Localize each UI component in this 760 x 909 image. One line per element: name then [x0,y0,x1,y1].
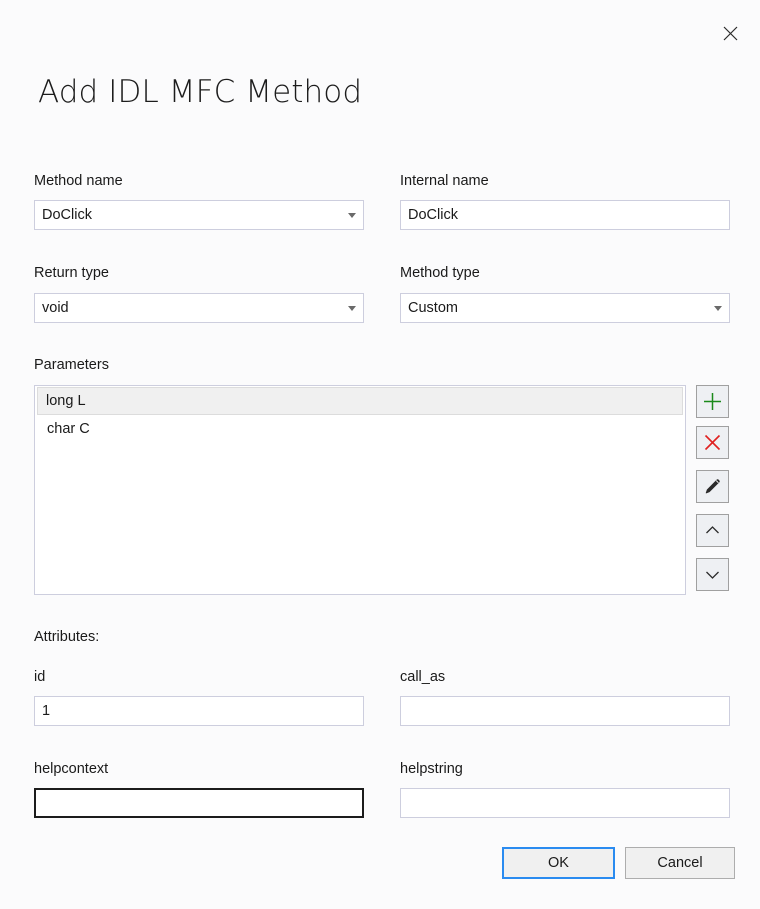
id-input[interactable] [34,696,364,726]
cross-icon [703,433,722,452]
chevron-down-icon [341,213,363,218]
plus-icon [703,392,722,411]
close-button[interactable] [712,18,748,48]
edit-parameter-button[interactable] [696,470,729,503]
helpstring-input[interactable] [400,788,730,818]
method-name-value: DoClick [35,207,341,223]
return-type-label: Return type [34,264,109,282]
ok-button[interactable]: OK [502,847,615,879]
parameters-label: Parameters [34,356,109,374]
method-type-value: Custom [401,300,707,316]
call-as-input[interactable] [400,696,730,726]
helpcontext-input[interactable] [34,788,364,818]
method-name-label: Method name [34,172,123,190]
dialog-title: Add IDL MFC Method [38,74,362,110]
close-icon [723,26,738,41]
helpstring-label: helpstring [400,760,463,778]
internal-name-label: Internal name [400,172,489,190]
list-item[interactable]: long L [37,387,683,415]
method-type-label: Method type [400,264,480,282]
chevron-down-icon [707,306,729,311]
method-name-combobox[interactable]: DoClick [34,200,364,230]
chevron-down-icon [703,565,722,584]
parameters-listbox[interactable]: long L char C [34,385,686,595]
add-idl-mfc-method-dialog: Add IDL MFC Method Method name DoClick I… [0,0,760,909]
attributes-heading: Attributes: [34,628,99,646]
helpcontext-label: helpcontext [34,760,108,778]
id-label: id [34,668,45,686]
call-as-label: call_as [400,668,445,686]
chevron-up-icon [703,521,722,540]
chevron-down-icon [341,306,363,311]
add-parameter-button[interactable] [696,385,729,418]
pencil-icon [703,477,722,496]
move-parameter-up-button[interactable] [696,514,729,547]
cancel-button[interactable]: Cancel [625,847,735,879]
remove-parameter-button[interactable] [696,426,729,459]
return-type-value: void [35,300,341,316]
return-type-combobox[interactable]: void [34,293,364,323]
move-parameter-down-button[interactable] [696,558,729,591]
internal-name-input[interactable] [400,200,730,230]
list-item[interactable]: char C [35,415,685,443]
method-type-combobox[interactable]: Custom [400,293,730,323]
